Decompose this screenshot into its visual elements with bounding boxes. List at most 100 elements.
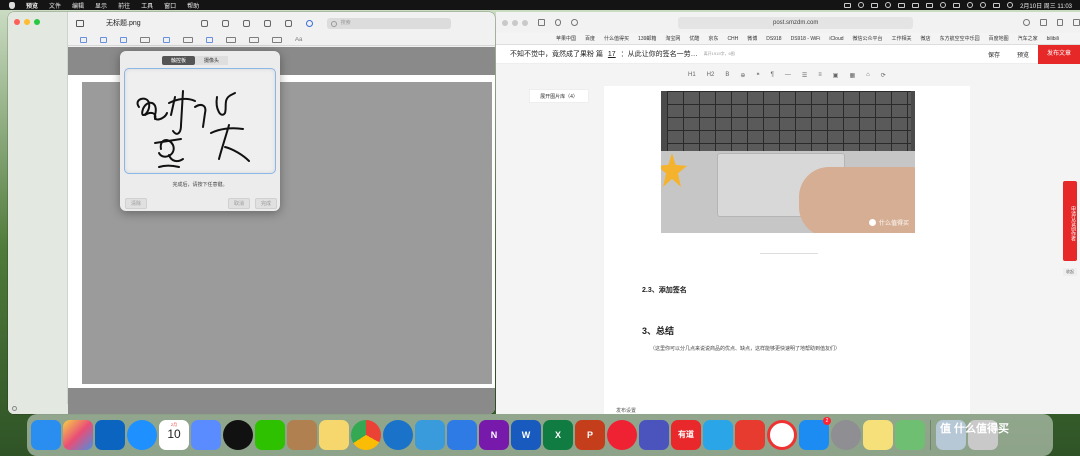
menu-tools[interactable]: 工具 <box>141 1 153 10</box>
clock[interactable]: 2月10日 周三 11:03 <box>1020 1 1072 10</box>
zoom-out-icon[interactable] <box>200 19 208 27</box>
chrome-icon[interactable] <box>351 420 381 450</box>
apply-creator-tab[interactable]: 申请认证创作者 <box>1063 181 1077 261</box>
menu-help[interactable]: 帮助 <box>187 1 199 10</box>
bookmark[interactable]: bilibili <box>1047 36 1059 42</box>
status-icon[interactable] <box>926 2 934 8</box>
publish-settings[interactable]: 发布设置 <box>616 407 636 414</box>
youdao-icon[interactable]: 有道 <box>671 420 701 450</box>
status-icon[interactable] <box>858 2 865 8</box>
series-number[interactable]: 17 <box>605 51 619 58</box>
cancel-button[interactable]: 取消 <box>228 198 251 209</box>
menu-file[interactable]: 文件 <box>49 1 61 10</box>
todo-icon[interactable] <box>447 420 477 450</box>
document-title[interactable]: 无标题.png <box>106 18 141 28</box>
status-icon[interactable] <box>885 2 892 8</box>
bookmark[interactable]: 微博 <box>747 35 757 42</box>
bookmark[interactable]: 工作相关 <box>892 35 912 42</box>
gallery-button[interactable]: 展开图片库（4） <box>529 89 589 103</box>
wechat-icon[interactable] <box>255 420 285 450</box>
publish-button[interactable]: 发布文章 <box>1038 45 1080 64</box>
status-icon[interactable] <box>912 2 920 8</box>
image-tool[interactable]: ▣ <box>833 72 839 79</box>
heading-add-signature[interactable]: 2.3、添加签名 <box>642 285 687 295</box>
weather-icon[interactable] <box>415 420 445 450</box>
status-icon[interactable] <box>871 2 879 8</box>
netease-music-icon[interactable] <box>767 420 797 450</box>
preview-button[interactable]: 预览 <box>1017 50 1029 59</box>
heading2-tool[interactable]: H2 <box>707 72 715 78</box>
bookmark[interactable]: 苹果中国 <box>556 35 576 42</box>
magnifier-icon[interactable] <box>703 420 733 450</box>
search-input[interactable]: 搜索 <box>326 17 451 29</box>
fullscreen-icon[interactable] <box>34 19 40 25</box>
article-photo[interactable]: 什么值得买 <box>661 91 915 233</box>
close-icon[interactable] <box>502 19 508 26</box>
adjust-color-icon[interactable] <box>206 36 213 43</box>
link-tool[interactable]: ⊕ <box>740 72 745 79</box>
undo-tool[interactable]: ⟳ <box>881 72 886 79</box>
bookmark[interactable]: 什么值得买 <box>604 35 629 42</box>
excel-icon[interactable]: X <box>543 420 573 450</box>
address-bar[interactable]: post.smzdm.com <box>678 16 914 29</box>
ordered-list-tool[interactable]: ≡ <box>818 72 822 78</box>
save-button[interactable]: 保存 <box>988 50 1000 59</box>
finder-icon[interactable] <box>31 420 61 450</box>
shapes-icon[interactable] <box>140 36 150 43</box>
smzdm-icon[interactable] <box>607 420 637 450</box>
tab-camera[interactable]: 摄像头 <box>195 56 229 65</box>
product-tool[interactable]: ⌂ <box>866 72 870 78</box>
markup-toolbar-icon[interactable] <box>305 19 313 27</box>
system-preferences-icon[interactable] <box>831 420 861 450</box>
notes-icon[interactable] <box>319 420 349 450</box>
clear-button[interactable]: 清除 <box>125 198 148 209</box>
onenote-icon[interactable]: N <box>479 420 509 450</box>
text-tool-icon[interactable] <box>163 36 170 43</box>
bookmark[interactable]: iCloud <box>829 36 843 42</box>
search-icon[interactable] <box>980 2 987 8</box>
heading1-tool[interactable]: H1 <box>688 72 696 78</box>
bookmark[interactable]: 139邮箱 <box>638 35 656 42</box>
menu-window[interactable]: 窗口 <box>164 1 176 10</box>
text-style-button[interactable]: Aa <box>295 37 302 43</box>
gallery-tool[interactable]: ▦ <box>849 72 855 79</box>
bookmark[interactable]: 微店 <box>921 35 931 42</box>
bookmark[interactable]: 汽车之家 <box>1018 35 1038 42</box>
bookmark[interactable]: 百度地图 <box>989 35 1009 42</box>
close-icon[interactable] <box>14 19 20 25</box>
share-icon[interactable] <box>1039 19 1047 26</box>
quote-tool[interactable]: ❝ <box>756 72 759 79</box>
menu-view[interactable]: 显示 <box>95 1 107 10</box>
app-store-icon[interactable]: 2 <box>799 417 831 450</box>
sketch-icon[interactable] <box>120 36 127 43</box>
forward-icon[interactable] <box>571 19 579 26</box>
bookmark[interactable]: 淘宝网 <box>665 35 680 42</box>
bold-tool[interactable]: B <box>725 72 729 78</box>
bookmark[interactable]: 东方航空空中乐园 <box>940 35 980 42</box>
status-icon[interactable] <box>898 2 906 8</box>
instant-alpha-icon[interactable] <box>100 36 107 43</box>
new-tab-icon[interactable] <box>1056 19 1064 26</box>
done-button[interactable]: 完成 <box>255 198 278 209</box>
contacts-icon[interactable] <box>287 420 317 450</box>
baidu-netdisk-icon[interactable] <box>191 420 221 450</box>
zoom-in-icon[interactable] <box>221 19 229 27</box>
menu-edit[interactable]: 编辑 <box>72 1 84 10</box>
stickies-icon[interactable] <box>863 420 893 450</box>
sidebar-toggle-icon[interactable] <box>76 19 84 27</box>
edge-icon[interactable] <box>383 420 413 450</box>
minimize-icon[interactable] <box>512 19 518 26</box>
fullscreen-icon[interactable] <box>522 19 528 26</box>
bookmark[interactable]: 百度 <box>585 35 595 42</box>
bookmark[interactable]: DS918 <box>766 36 781 42</box>
summary-placeholder[interactable]: （这里你可以分几点来说说商品的优点、缺点，这样能够更快速明了地帮助到值友们） <box>650 345 840 352</box>
heading-summary[interactable]: 3、总结 <box>642 324 674 337</box>
word-icon[interactable]: W <box>511 420 541 450</box>
bookmark[interactable]: 京东 <box>708 35 718 42</box>
menu-app-preview[interactable]: 预览 <box>26 1 38 10</box>
bookmark[interactable]: CHH <box>727 36 738 42</box>
border-color-icon[interactable] <box>249 36 259 43</box>
signature-drawing-area[interactable] <box>124 68 276 174</box>
preview-app-icon[interactable] <box>895 420 925 450</box>
control-center-icon[interactable] <box>993 2 1001 8</box>
